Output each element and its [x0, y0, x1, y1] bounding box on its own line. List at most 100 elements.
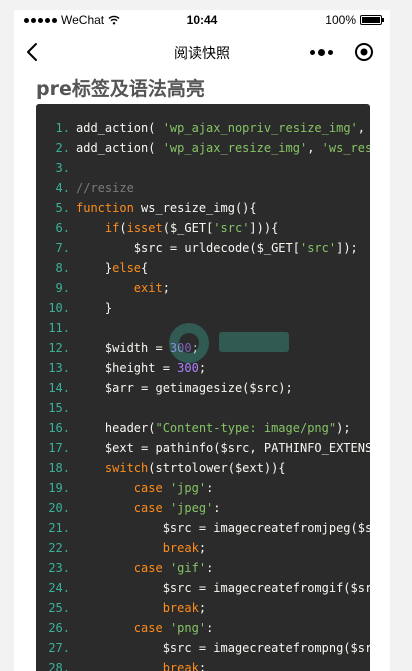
code-token: function	[76, 201, 134, 215]
code-line: 21. $src = imagecreatefromjpeg($sr	[36, 518, 370, 538]
code-line: 17. $ext = pathinfo($src, PATHINFO_EXTEN…	[36, 438, 370, 458]
code-token: 'jpg'	[169, 481, 207, 495]
battery-area: 100%	[325, 13, 384, 27]
code-token: }	[76, 301, 113, 315]
code-token: (strtolower($ext)){	[148, 461, 286, 475]
battery-icon	[360, 15, 384, 25]
record-circle-icon[interactable]	[354, 42, 374, 62]
code-token: {	[141, 261, 149, 275]
code-token: , '	[357, 121, 366, 135]
code-line: 19. case 'jpg':	[36, 478, 370, 498]
code-token: }	[76, 261, 113, 275]
code-token: :	[206, 621, 214, 635]
code-line: 22. break;	[36, 538, 370, 558]
code-line: 10. }	[36, 298, 370, 318]
code-token: ])){	[249, 221, 279, 235]
code-lines: 1. add_action( 'wp_ajax_nopriv_resize_img…	[36, 118, 370, 671]
code-token: $src = urldecode($_GET[	[76, 241, 300, 255]
line-source: $src = imagecreatefromgif($src	[70, 578, 370, 598]
code-token: 'jpeg'	[169, 501, 214, 515]
code-token: 'ws_resi	[321, 141, 370, 155]
line-source: case 'gif':	[70, 558, 214, 578]
code-token: "Content-type: image/png"	[155, 421, 337, 435]
code-token: 'src'	[213, 221, 250, 235]
article-heading: pre标签及语法高亮	[36, 78, 205, 100]
code-token: ;	[198, 361, 207, 375]
code-token: :	[213, 501, 221, 515]
code-token: (	[119, 221, 127, 235]
line-source: break;	[70, 538, 206, 558]
line-number: 6.	[55, 221, 70, 235]
line-source: }	[70, 298, 112, 318]
code-token: header(	[76, 421, 156, 435]
code-token: $width =	[76, 341, 170, 355]
line-source: case 'jpg':	[70, 478, 214, 498]
line-source: //resize	[70, 178, 134, 198]
status-bar: WeChat 10:44 100%	[14, 10, 390, 30]
code-token: if	[104, 221, 120, 235]
line-number: 20.	[48, 501, 70, 515]
code-line: 14. $arr = getimagesize($src);	[36, 378, 370, 398]
line-number: 4.	[55, 181, 70, 195]
phone-screen: WeChat 10:44 100% 阅读快照 pre标签及语法高亮 1. add…	[14, 10, 390, 671]
code-line: 2. add_action( 'wp_ajax_resize_img', 'ws_…	[36, 138, 370, 158]
line-number: 13.	[48, 361, 70, 375]
line-source: case 'jpeg':	[70, 498, 221, 518]
line-number: 22.	[48, 541, 70, 555]
code-token: //resize	[76, 181, 134, 195]
code-token: else	[112, 261, 142, 275]
code-token: $src = imagecreatefromjpeg($sr	[76, 521, 370, 535]
code-line: 3.	[36, 158, 370, 178]
line-number: 23.	[48, 561, 70, 575]
line-source: $arr = getimagesize($src);	[70, 378, 293, 398]
line-number: 7.	[55, 241, 70, 255]
code-line: 11.	[36, 318, 370, 338]
code-token: ;	[198, 601, 207, 615]
line-number: 21.	[48, 521, 70, 535]
code-token: add_action(	[76, 121, 163, 135]
code-token: );	[336, 421, 351, 435]
line-source: case 'png':	[70, 618, 214, 638]
code-token: $height =	[76, 361, 178, 375]
code-token: 'wp_ajax_resize_img'	[162, 141, 308, 155]
more-dots-icon[interactable]	[308, 42, 334, 62]
code-line: 13. $height = 300;	[36, 358, 370, 378]
line-source: $ext = pathinfo($src, PATHINFO_EXTENSI	[70, 438, 370, 458]
code-token: case	[133, 481, 163, 495]
line-number: 5.	[55, 201, 70, 215]
code-token: ]);	[336, 241, 358, 255]
line-number: 2.	[55, 141, 70, 155]
code-token: $arr = getimagesize($src);	[76, 381, 293, 395]
code-line: 18. switch(strtolower($ext)){	[36, 458, 370, 478]
battery-fill	[362, 17, 380, 23]
code-line: 8. }else{	[36, 258, 370, 278]
line-source: $width = 300;	[70, 338, 199, 358]
code-line: 16. header("Content-type: image/png");	[36, 418, 370, 438]
line-number: 10.	[48, 301, 70, 315]
line-source: $src = imagecreatefromjpeg($sr	[70, 518, 370, 538]
code-token: ;	[198, 661, 207, 671]
line-number: 8.	[55, 261, 70, 275]
line-source: switch(strtolower($ext)){	[70, 458, 286, 478]
line-source: $height = 300;	[70, 358, 206, 378]
line-number: 25.	[48, 601, 70, 615]
code-token: case	[133, 621, 163, 635]
line-source: break;	[70, 658, 206, 671]
code-line: 5. function ws_resize_img(){	[36, 198, 370, 218]
code-line: 4. //resize	[36, 178, 370, 198]
code-token: ;	[162, 281, 170, 295]
line-source: $src = imagecreatefrompng($src	[70, 638, 370, 658]
code-line: 25. break;	[36, 598, 370, 618]
code-token: break	[162, 541, 199, 555]
line-number: 1.	[55, 121, 70, 135]
code-token: exit	[133, 281, 163, 295]
